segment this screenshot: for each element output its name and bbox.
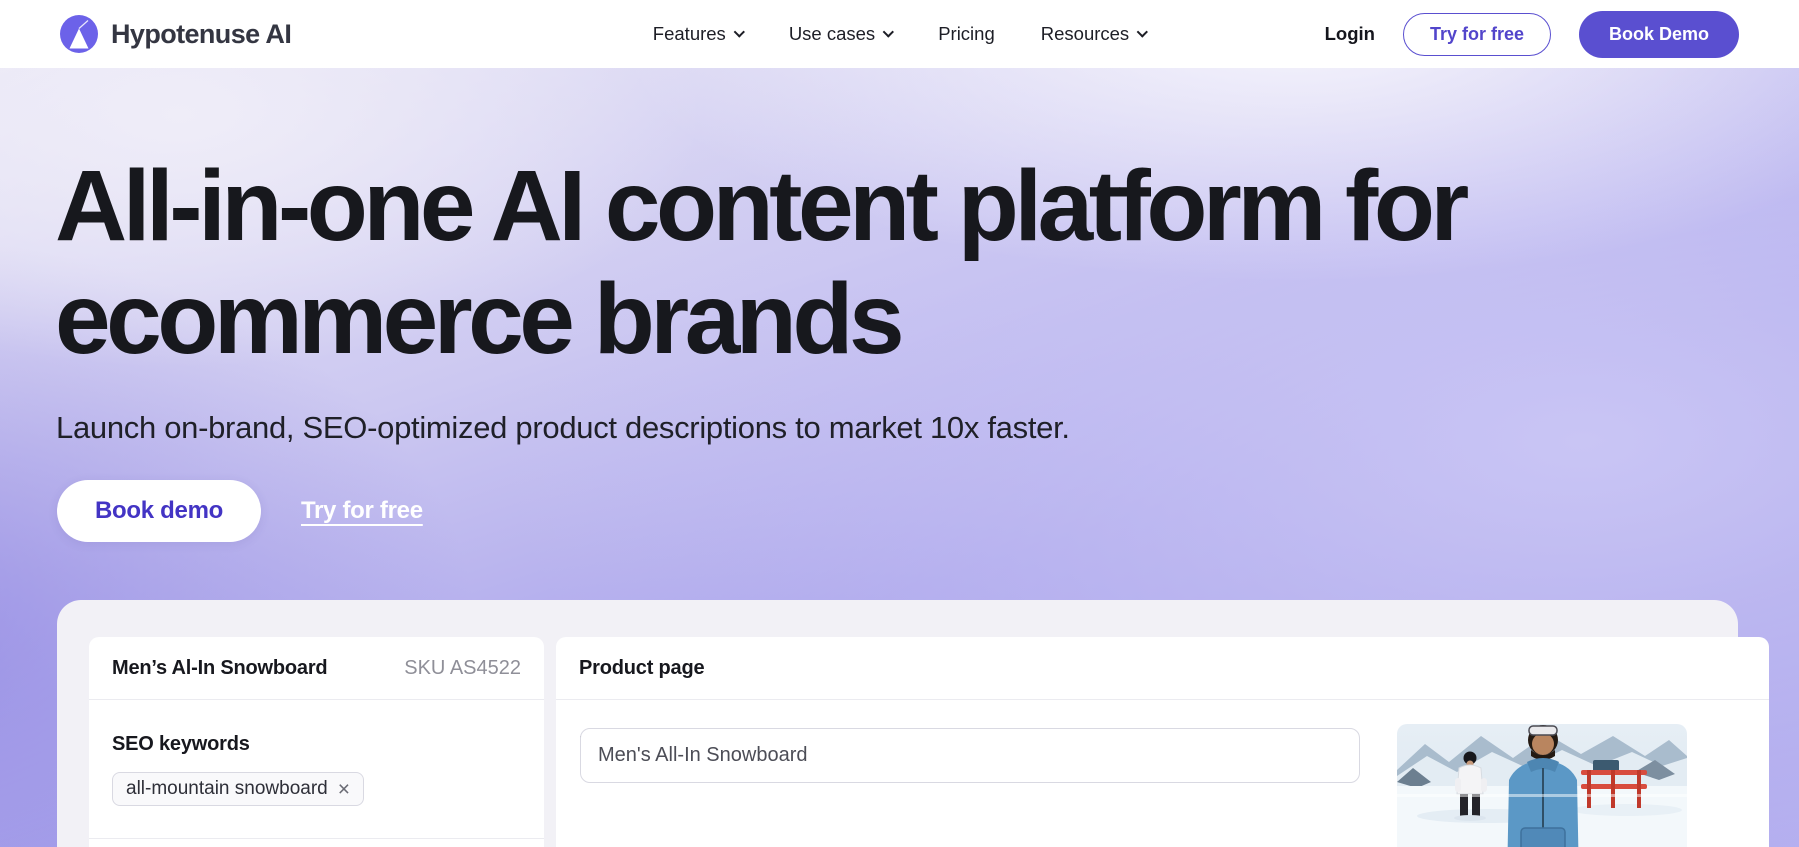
book-demo-button[interactable]: Book Demo [1579,11,1739,58]
nav-item-label: Features [653,23,726,45]
product-panel-body: SEO keywords all-mountain snowboard × [89,700,544,806]
product-info-panel: Men’s Al-In Snowboard SKU AS4522 SEO key… [89,637,544,847]
top-navigation-bar: Hypotenuse AI Features Use cases Pricing… [0,0,1799,68]
hero-heading-line1: All-in-one AI content platform for [55,150,1465,263]
landing-page: Hypotenuse AI Features Use cases Pricing… [0,0,1799,847]
keyword-tag[interactable]: all-mountain snowboard × [112,772,364,806]
chevron-down-icon [883,26,894,37]
hero-cta-group: Book demo Try for free [57,480,423,542]
product-demo-card: Men’s Al-In Snowboard SKU AS4522 SEO key… [57,600,1738,847]
login-link[interactable]: Login [1325,23,1375,45]
lifestyle-photo [1397,724,1687,847]
product-name: Men’s Al-In Snowboard [112,657,327,680]
chevron-down-icon [733,26,744,37]
divider [89,838,544,839]
hero-heading: All-in-one AI content platform for ecomm… [55,150,1465,376]
header-actions: Login Try for free Book Demo [1325,11,1739,58]
hero-try-for-free-link[interactable]: Try for free [301,497,423,525]
brand-name: Hypotenuse AI [111,19,291,50]
hero-book-demo-button[interactable]: Book demo [57,480,261,542]
chevron-down-icon [1137,26,1148,37]
editor-panel-header: Product page [556,637,1769,700]
nav-item-label: Use cases [789,23,875,45]
hypotenuse-logo-icon [60,15,98,53]
brand-home-link[interactable]: Hypotenuse AI [60,15,291,53]
product-page-editor-panel: Product page Title Lifestyle [556,637,1769,847]
product-sku: SKU AS4522 [404,657,521,680]
nav-item-use-cases[interactable]: Use cases [789,23,892,45]
hero-section: All-in-one AI content platform for ecomm… [0,68,1799,847]
title-input[interactable] [580,728,1360,783]
remove-keyword-icon[interactable]: × [338,779,350,800]
seo-keywords-label: SEO keywords [112,733,521,756]
nav-item-label: Resources [1041,23,1129,45]
nav-item-resources[interactable]: Resources [1041,23,1146,45]
editor-panel-title: Product page [579,657,704,680]
nav-item-label: Pricing [938,23,995,45]
product-panel-header: Men’s Al-In Snowboard SKU AS4522 [89,637,544,700]
keyword-tag-label: all-mountain snowboard [126,778,328,800]
hero-subtitle: Launch on-brand, SEO-optimized product d… [56,410,1070,446]
nav-item-features[interactable]: Features [653,23,743,45]
nav-item-pricing[interactable]: Pricing [938,23,995,45]
main-nav: Features Use cases Pricing Resources [653,23,1146,45]
hero-heading-line2: ecommerce brands [55,263,1465,376]
try-for-free-button[interactable]: Try for free [1403,13,1551,56]
